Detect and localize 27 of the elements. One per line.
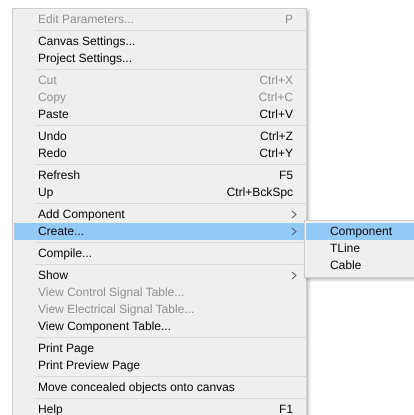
menu-item[interactable]: Up Ctrl+BckSpc bbox=[14, 184, 305, 201]
shortcut-label: Ctrl+X bbox=[259, 72, 293, 89]
shortcut-label: F5 bbox=[278, 167, 293, 184]
menu-item[interactable]: Add Component bbox=[14, 206, 305, 223]
shortcut-label: Ctrl+BckSpc bbox=[226, 184, 293, 201]
menu-item[interactable]: View Component Table... bbox=[14, 318, 305, 335]
menu-item[interactable]: Compile... bbox=[14, 245, 305, 262]
menu-item[interactable]: Show bbox=[14, 267, 305, 284]
menu-item[interactable]: Cable bbox=[306, 257, 414, 274]
menu-item[interactable]: Redo Ctrl+Y bbox=[14, 145, 305, 162]
shortcut-label: F1 bbox=[278, 401, 293, 415]
menu-item[interactable]: Project Settings... bbox=[14, 50, 305, 67]
menu-item[interactable]: Paste Ctrl+V bbox=[14, 106, 305, 123]
menu-item[interactable]: Print Preview Page bbox=[14, 357, 305, 374]
shortcut-label: Ctrl+C bbox=[258, 89, 293, 106]
shortcut-label: Ctrl+Y bbox=[259, 145, 293, 162]
menu-item[interactable]: Create... bbox=[14, 223, 305, 240]
menu-item[interactable]: Move concealed objects onto canvas bbox=[14, 379, 305, 396]
menu-item[interactable]: Undo Ctrl+Z bbox=[14, 128, 305, 145]
shortcut-label: Ctrl+Z bbox=[260, 128, 293, 145]
menu-item[interactable]: Print Page bbox=[14, 340, 305, 357]
menu-item[interactable]: Component bbox=[306, 223, 414, 240]
menu-item[interactable]: TLine bbox=[306, 240, 414, 257]
shortcut-label: P bbox=[284, 11, 293, 28]
menu-item[interactable]: Canvas Settings... bbox=[14, 33, 305, 50]
shortcut-label: Ctrl+V bbox=[259, 106, 293, 123]
menu-item[interactable]: Refresh F5 bbox=[14, 167, 305, 184]
